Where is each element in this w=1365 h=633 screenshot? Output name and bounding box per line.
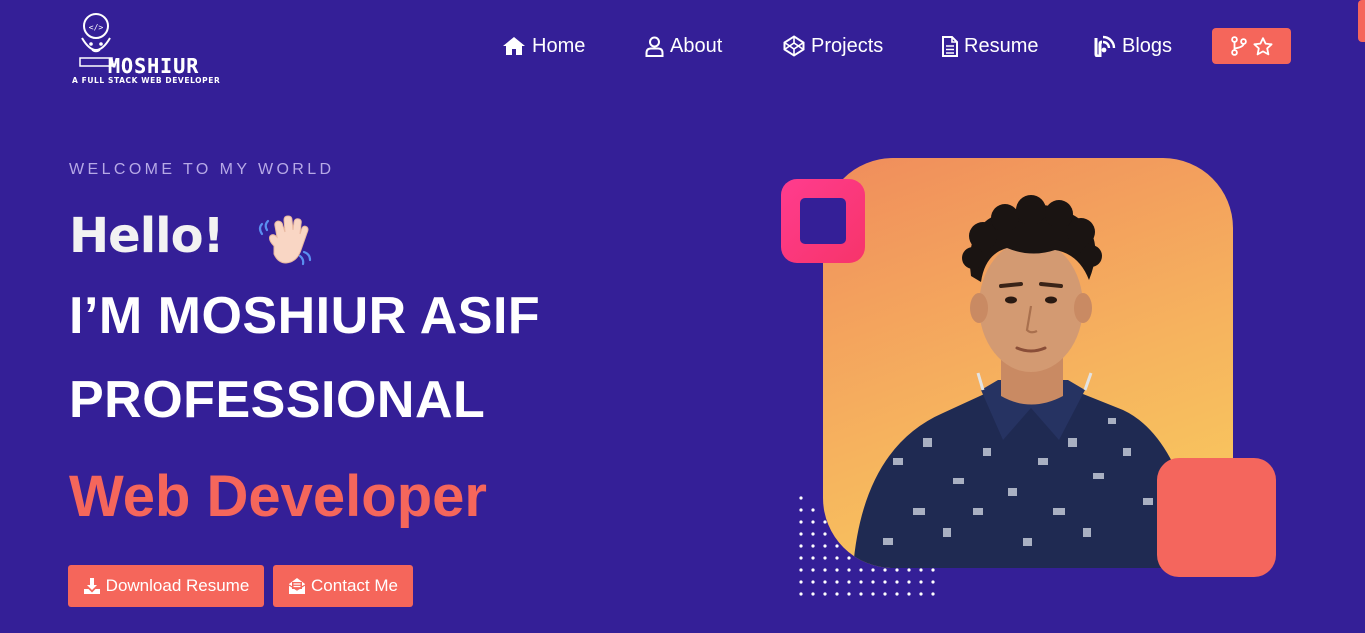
nav-label-blogs: Blogs xyxy=(1122,34,1173,57)
nav-item-projects[interactable]: Projects xyxy=(783,28,883,64)
codepen-icon xyxy=(783,35,805,57)
site-logo[interactable]: </> MOSHIUR A FULL STACK WEB DEVELOPER xyxy=(70,10,240,88)
document-icon xyxy=(942,35,958,57)
user-icon xyxy=(645,36,664,57)
download-resume-button[interactable]: Download Resume xyxy=(68,565,264,607)
git-fork-icon xyxy=(1230,36,1247,56)
nav-label-resume: Resume xyxy=(964,34,1039,57)
coral-square-decoration xyxy=(1157,458,1276,577)
nav-item-home[interactable]: Home xyxy=(502,28,585,64)
blog-icon xyxy=(1094,35,1116,57)
nav-label-home: Home xyxy=(532,34,586,57)
contact-me-label: Contact Me xyxy=(311,576,398,595)
name-heading: I’M MOSHIUR ASIF xyxy=(69,287,541,345)
waving-hand-icon xyxy=(258,215,312,266)
nav-label-projects: Projects xyxy=(811,34,884,57)
home-icon xyxy=(503,37,525,55)
contact-me-button[interactable]: Contact Me xyxy=(273,565,413,607)
star-icon xyxy=(1253,36,1272,55)
pink-square-hole-decoration xyxy=(800,198,846,244)
logo-tagline: A FULL STACK WEB DEVELOPER xyxy=(72,76,221,85)
nav-label-about: About xyxy=(670,34,723,57)
nav-item-about[interactable]: About xyxy=(645,28,722,64)
nav-item-blogs[interactable]: Blogs xyxy=(1094,28,1172,64)
svg-text:</>: </> xyxy=(89,23,104,32)
role-heading: Web Developer xyxy=(69,464,487,529)
github-star-button[interactable] xyxy=(1212,28,1291,64)
title-heading: PROFESSIONAL xyxy=(69,371,486,429)
logo-wordmark: MOSHIUR xyxy=(108,54,200,78)
floating-edge-tab[interactable] xyxy=(1358,0,1365,42)
nav-item-resume[interactable]: Resume xyxy=(942,28,1038,64)
envelope-open-icon xyxy=(288,578,306,594)
download-resume-label: Download Resume xyxy=(105,576,250,595)
portfolio-page: </> MOSHIUR A FULL STACK WEB DEVELOPER H… xyxy=(0,0,1365,633)
welcome-text: WELCOME TO MY WORLD xyxy=(69,161,335,178)
download-icon xyxy=(83,578,100,594)
greeting-heading: Hello! xyxy=(69,208,224,264)
